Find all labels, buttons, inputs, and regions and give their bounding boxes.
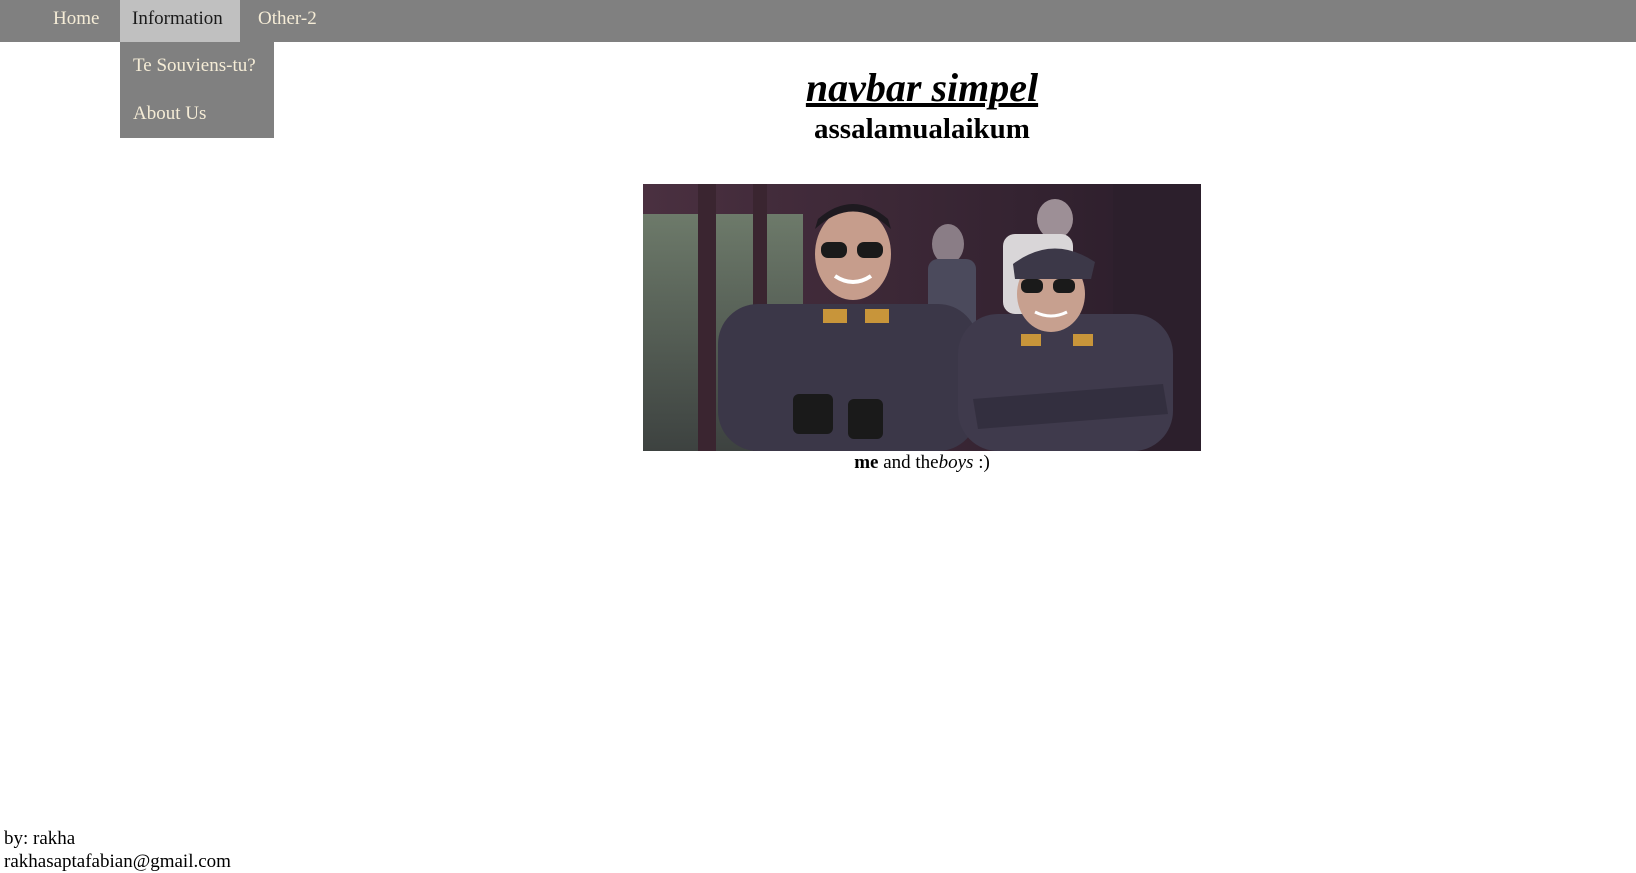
photo-caption: me and theboys :) bbox=[0, 451, 1636, 475]
footer-email: rakhasaptafabian@gmail.com bbox=[4, 851, 231, 872]
group-photo bbox=[643, 184, 1201, 451]
page-subtitle: assalamualaikum bbox=[814, 113, 1030, 145]
caption-italic-text: boys bbox=[938, 452, 974, 473]
page-title: navbar simpel bbox=[805, 65, 1039, 110]
nav-item-information[interactable]: Information bbox=[120, 0, 240, 42]
caption-text: and the bbox=[878, 452, 939, 473]
nav-item-other-2[interactable]: Other-2 bbox=[246, 0, 329, 42]
caption-bold-text: me bbox=[854, 452, 879, 473]
nav-item-home[interactable]: Home bbox=[41, 0, 111, 42]
footer-author: by: rakha bbox=[4, 828, 76, 849]
footer: by: rakha rakhasaptafabian@gmail.com bbox=[4, 827, 231, 873]
navbar: Home Information Other-2 bbox=[0, 0, 1636, 42]
caption-end-text: :) bbox=[973, 452, 990, 473]
